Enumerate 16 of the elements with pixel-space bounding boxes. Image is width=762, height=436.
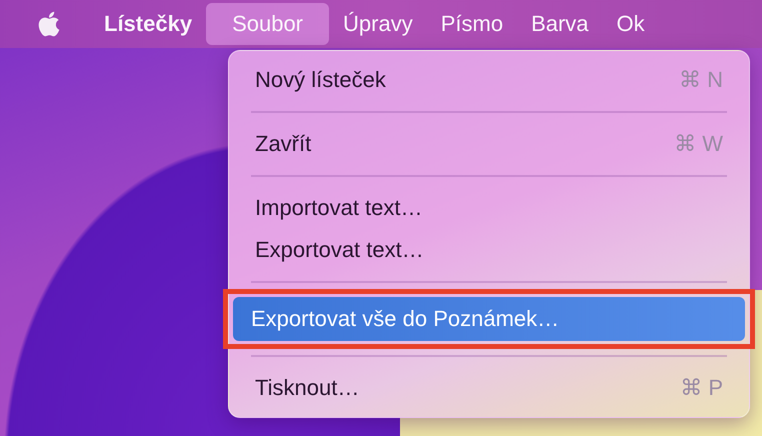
menu-bar-item[interactable]: Ok	[602, 3, 659, 45]
menu-bar-item[interactable]: Úpravy	[329, 3, 427, 45]
menu-bar-item[interactable]: Písmo	[426, 3, 518, 45]
menu-bar-item[interactable]: Soubor	[206, 3, 330, 45]
menu-item[interactable]: Exportovat text…	[237, 229, 741, 271]
app-name-menu[interactable]: Lístečky	[90, 3, 206, 45]
menu-item[interactable]: Exportovat vše do Poznámek…	[233, 297, 745, 341]
menu-bar-item[interactable]: Barva	[517, 3, 603, 45]
menu-item[interactable]: Nový lísteček ⌘ N	[237, 59, 741, 101]
menu-item[interactable]: Importovat text…	[237, 187, 741, 229]
apple-logo-icon[interactable]	[36, 10, 62, 38]
shortcut-label: ⌘ P	[680, 375, 723, 401]
menu-item[interactable]: Tisknout… ⌘ P	[237, 367, 741, 409]
menu-item[interactable]: Zavřít ⌘ W	[237, 123, 741, 165]
shortcut-label: ⌘ N	[679, 67, 723, 93]
shortcut-label: ⌘ W	[674, 131, 723, 157]
